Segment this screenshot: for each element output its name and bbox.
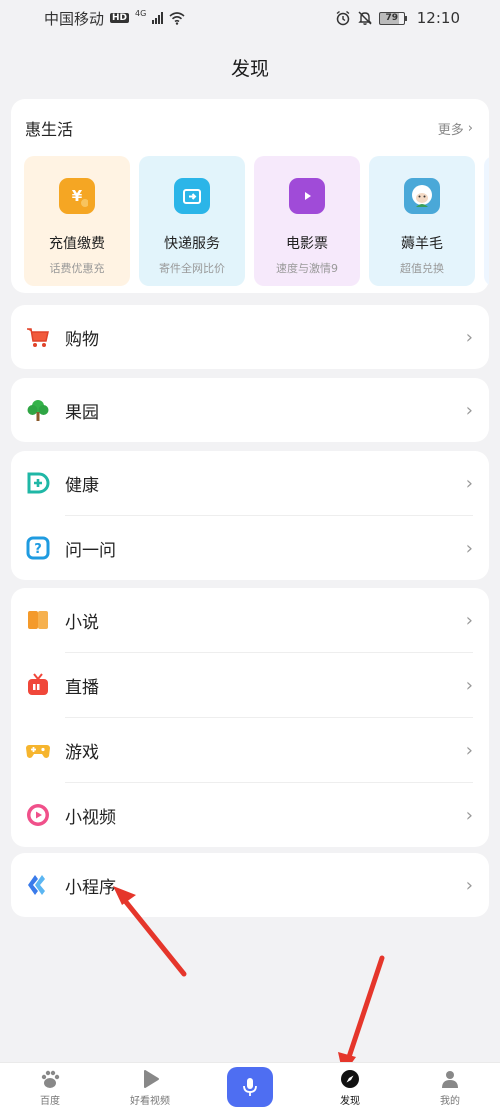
battery-level: 79 <box>378 11 405 25</box>
menu-item-label: 果园 <box>65 402 99 423</box>
chevron-right-icon: › <box>465 804 473 826</box>
tile-partial[interactable] <box>484 156 489 286</box>
tab-label: 好看视频 <box>130 1096 170 1107</box>
tv-icon <box>25 672 51 698</box>
group-entertainment: 小说 › 直播 › 游戏 › 小视频 › <box>11 588 489 847</box>
chevron-right-icon: › <box>465 326 473 348</box>
delivery-box-icon <box>174 178 210 214</box>
chevron-right-icon: › <box>465 399 473 421</box>
menu-item-mini-program[interactable]: 小程序 › <box>11 853 489 917</box>
menu-item-novel[interactable]: 小说 › <box>11 588 489 652</box>
question-icon: ? <box>25 535 51 561</box>
chevron-right-icon: › <box>465 674 473 696</box>
more-link[interactable]: 更多 › <box>438 119 473 138</box>
hd-badge: HD <box>110 13 130 23</box>
menu-item-label: 小说 <box>65 612 99 633</box>
menu-item-live[interactable]: 直播 › <box>11 653 489 717</box>
tile-subtitle: 话费优惠充 <box>49 262 105 275</box>
chevron-right-icon: › <box>465 609 473 631</box>
battery-icon: 79 <box>378 11 407 25</box>
menu-item-label: 小程序 <box>65 877 116 898</box>
tile-subtitle: 寄件全网比价 <box>159 262 225 275</box>
movie-ticket-icon <box>289 178 325 214</box>
service-tiles: ¥ 充值缴费 话费优惠充 快递服务 寄件全网比价 电影票 速度与激情9 薅羊毛 … <box>11 140 489 286</box>
play-icon <box>25 802 51 828</box>
baidu-paw-icon <box>39 1067 61 1091</box>
tile-movie-ticket[interactable]: 电影票 速度与激情9 <box>254 156 360 286</box>
compass-icon <box>339 1067 361 1091</box>
clock: 12:10 <box>416 9 460 27</box>
bottom-tab-bar: 百度 好看视频 发现 我的 <box>0 1062 500 1111</box>
group-shopping: 购物 › <box>11 305 489 369</box>
menu-item-game[interactable]: 游戏 › <box>11 718 489 782</box>
chevron-right-icon: › <box>465 874 473 896</box>
wifi-icon <box>169 12 185 25</box>
tab-voice[interactable] <box>205 1067 295 1107</box>
carrier-label: 中国移动 <box>44 9 105 28</box>
chevron-right-icon: › <box>467 120 473 136</box>
menu-item-health[interactable]: 健康 › <box>11 451 489 515</box>
signal-icon <box>152 12 164 24</box>
profile-icon <box>439 1067 461 1091</box>
mute-bell-icon <box>358 11 372 25</box>
tile-recharge[interactable]: ¥ 充值缴费 话费优惠充 <box>24 156 130 286</box>
cart-icon <box>25 324 51 350</box>
status-bar: 中国移动 HD 4G 79 12:10 <box>0 0 500 36</box>
tab-mine[interactable]: 我的 <box>405 1067 495 1107</box>
menu-item-short-video[interactable]: 小视频 › <box>11 783 489 847</box>
svg-text:?: ? <box>34 542 42 557</box>
health-icon <box>25 470 51 496</box>
menu-item-label: 购物 <box>65 329 99 350</box>
tile-title: 薅羊毛 <box>401 236 443 252</box>
tile-delivery[interactable]: 快递服务 寄件全网比价 <box>139 156 245 286</box>
tab-haokan-video[interactable]: 好看视频 <box>105 1067 195 1107</box>
gamepad-icon <box>25 737 51 763</box>
tab-label: 发现 <box>340 1096 360 1107</box>
menu-item-label: 游戏 <box>65 742 99 763</box>
status-right: 79 12:10 <box>335 9 460 27</box>
tile-title: 电影票 <box>286 236 328 252</box>
tile-title: 快递服务 <box>164 236 220 252</box>
network-type: 4G <box>135 8 147 18</box>
yuan-wallet-icon: ¥ <box>59 178 95 214</box>
sheep-icon <box>404 178 440 214</box>
tile-subtitle: 速度与激情9 <box>276 262 338 275</box>
menu-item-ask[interactable]: ? 问一问 › <box>11 516 489 580</box>
tile-title: 充值缴费 <box>49 236 105 252</box>
tab-baidu[interactable]: 百度 <box>5 1067 95 1107</box>
mini-program-icon <box>25 872 51 898</box>
tile-sheep[interactable]: 薅羊毛 超值兑换 <box>369 156 475 286</box>
group-mini-program: 小程序 › <box>11 853 489 917</box>
menu-item-label: 直播 <box>65 677 99 698</box>
section-title: 惠生活 <box>25 120 74 139</box>
tab-discover[interactable]: 发现 <box>305 1067 395 1107</box>
chevron-right-icon: › <box>465 537 473 559</box>
menu-item-label: 健康 <box>65 475 99 496</box>
tree-icon <box>25 397 51 423</box>
tab-label: 百度 <box>40 1096 60 1107</box>
menu-item-shopping[interactable]: 购物 › <box>11 305 489 369</box>
page-title: 发现 <box>230 58 269 80</box>
tab-label: 我的 <box>440 1096 460 1107</box>
group-orchard: 果园 › <box>11 378 489 442</box>
status-left: 中国移动 HD 4G <box>44 8 185 29</box>
menu-item-label: 小视频 <box>65 807 116 828</box>
hui-shenghuo-card: 惠生活 更多 › ¥ 充值缴费 话费优惠充 快递服务 寄件全网比价 电影票 速度… <box>11 99 489 293</box>
hui-shenghuo-header: 惠生活 更多 › <box>11 99 489 140</box>
alarm-icon <box>336 10 350 26</box>
video-play-icon <box>139 1067 161 1091</box>
book-icon <box>25 607 51 633</box>
more-label: 更多 <box>437 122 464 138</box>
chevron-right-icon: › <box>465 739 473 761</box>
menu-item-orchard[interactable]: 果园 › <box>11 378 489 442</box>
tile-subtitle: 超值兑换 <box>400 262 444 275</box>
chevron-right-icon: › <box>465 472 473 494</box>
menu-item-label: 问一问 <box>65 540 116 561</box>
microphone-icon <box>227 1067 273 1107</box>
group-health: 健康 › ? 问一问 › <box>11 451 489 580</box>
